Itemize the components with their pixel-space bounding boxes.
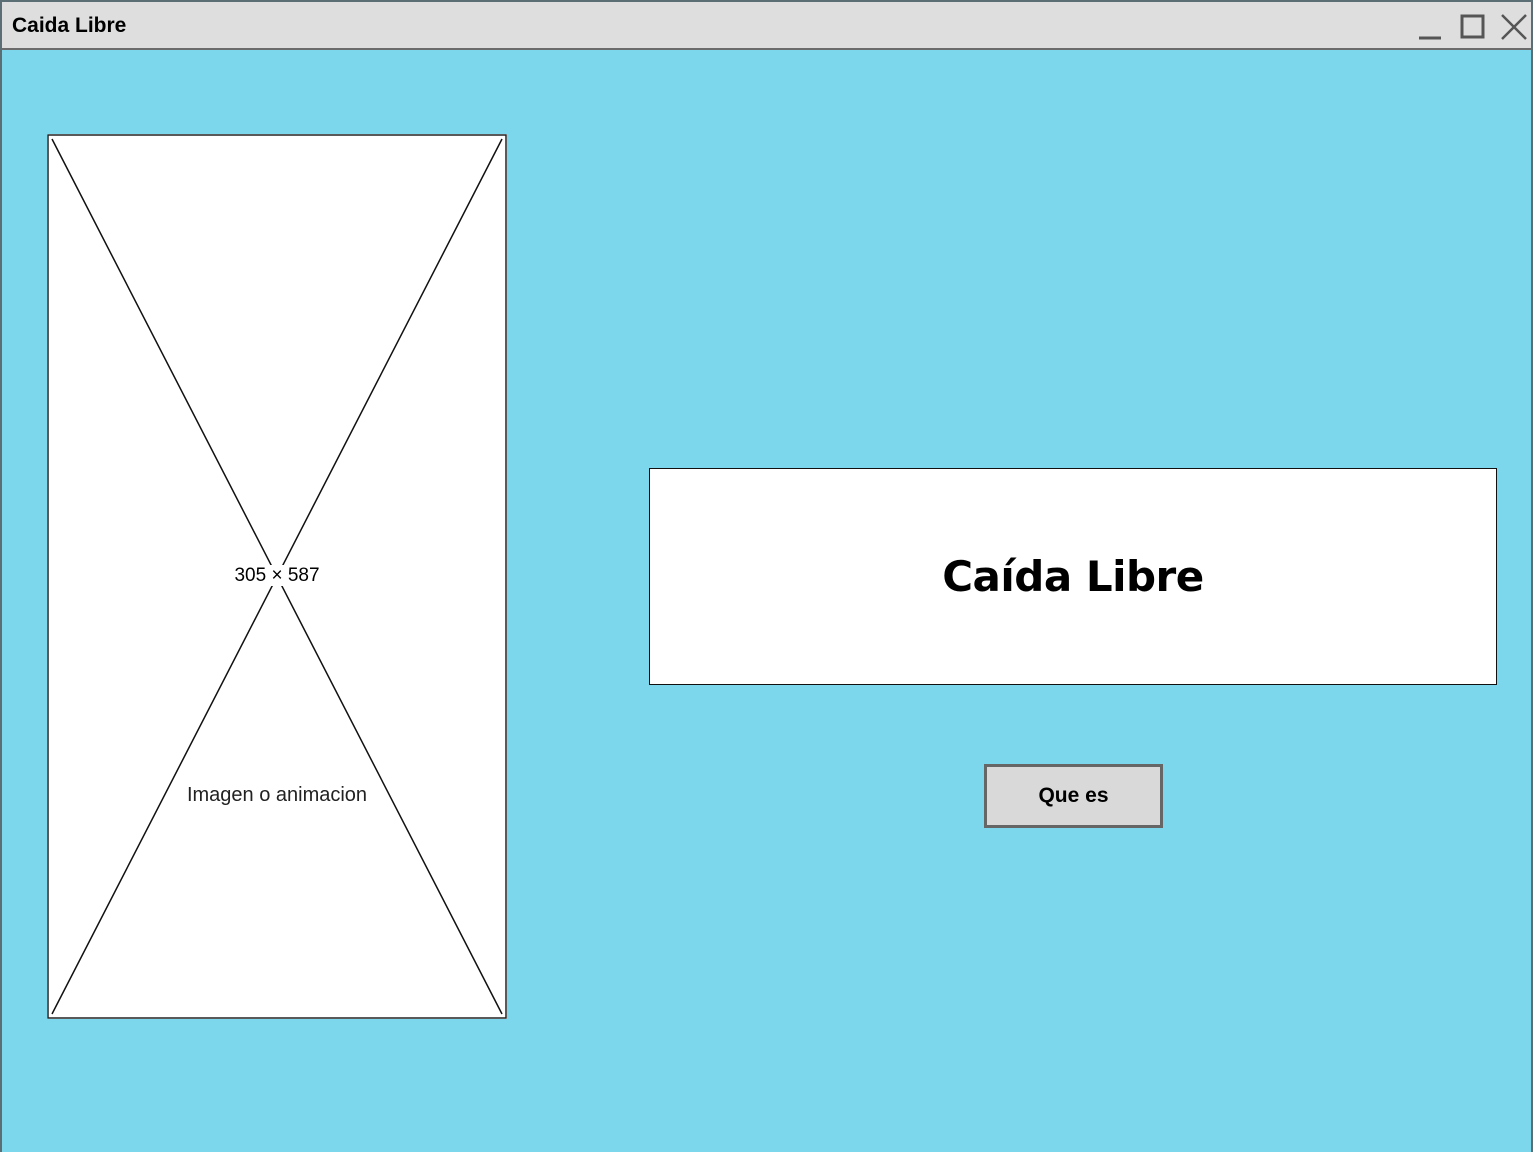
minimize-button[interactable] <box>1412 10 1446 44</box>
title-bar: Caida Libre <box>2 2 1531 50</box>
app-window: Caida Libre 305 × 587 Imagen o animacion <box>0 0 1533 1152</box>
close-button[interactable] <box>1496 10 1530 44</box>
placeholder-dimensions-text: 305 × 587 <box>232 565 322 586</box>
minimize-icon <box>1419 36 1441 40</box>
heading-box: Caída Libre <box>649 468 1497 685</box>
page-heading: Caída Libre <box>942 552 1204 601</box>
placeholder-caption: Imagen o animacion <box>47 784 507 807</box>
maximize-button[interactable] <box>1455 10 1489 44</box>
close-icon <box>1501 14 1527 40</box>
maximize-icon <box>1460 14 1485 39</box>
image-placeholder: 305 × 587 Imagen o animacion <box>47 134 507 1019</box>
placeholder-caption-text: Imagen o animacion <box>184 784 370 806</box>
que-es-button[interactable]: Que es <box>984 764 1163 828</box>
window-title: Caida Libre <box>12 14 127 37</box>
placeholder-dimensions: 305 × 587 <box>47 565 507 587</box>
